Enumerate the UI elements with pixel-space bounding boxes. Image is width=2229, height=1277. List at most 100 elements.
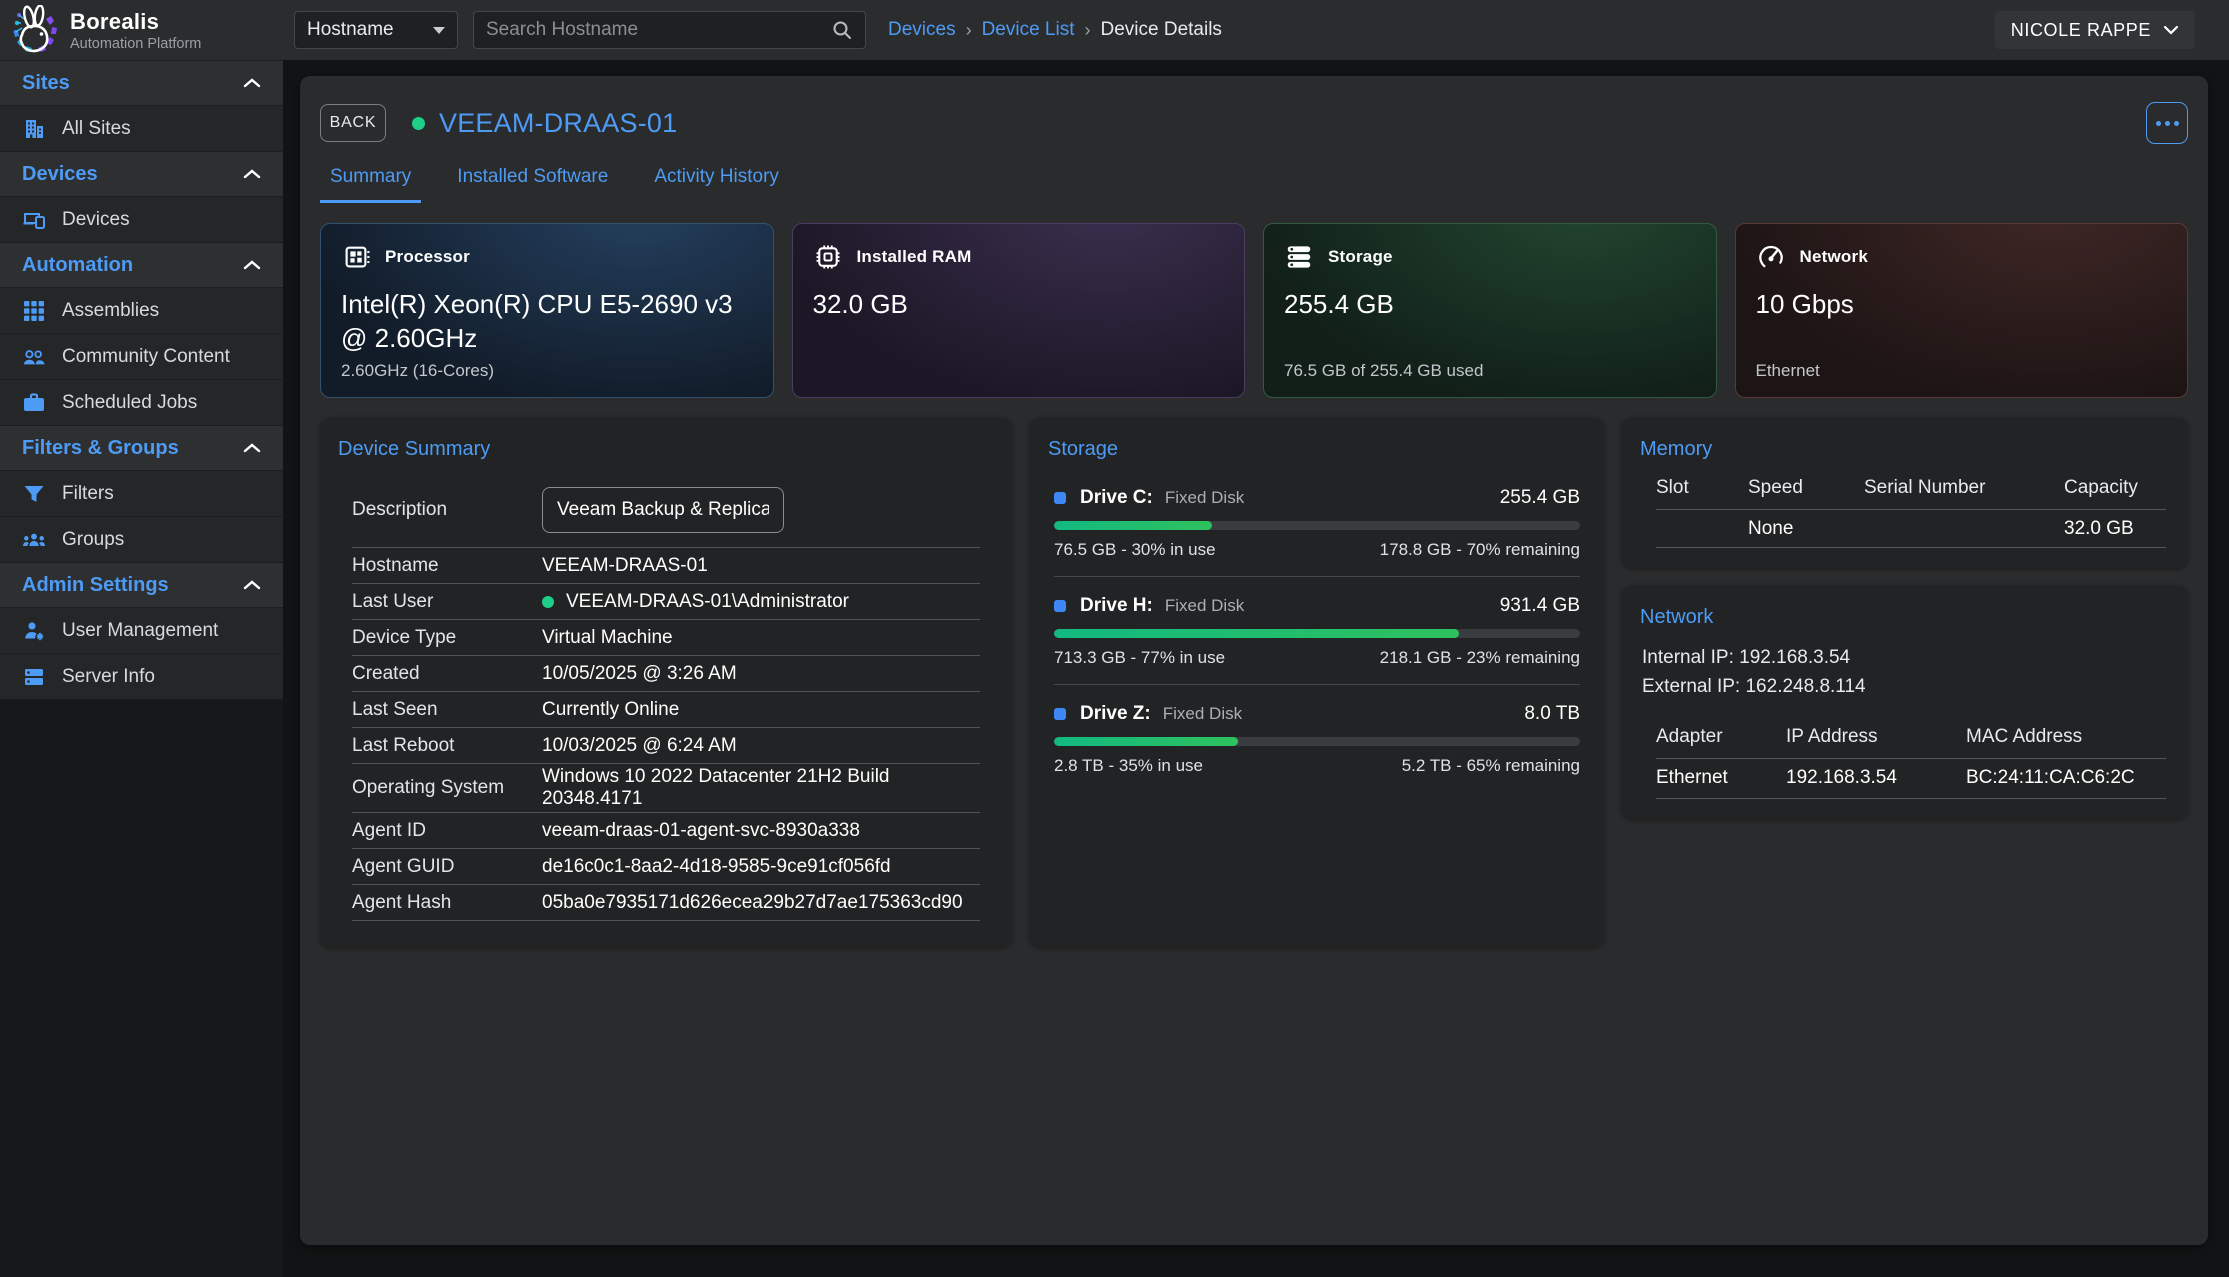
brand-name: Borealis (70, 9, 201, 35)
sidebar-section-filters-groups[interactable]: Filters & Groups (0, 425, 283, 470)
row-label: Device Type (352, 627, 542, 649)
device-summary-table: Description Hostname VEEAM-DRAAS-01 Last… (352, 479, 980, 921)
sidebar-item-label: Assemblies (62, 300, 159, 322)
sidebar-item-all-sites[interactable]: All Sites (0, 105, 283, 151)
col-header-speed: Speed (1748, 477, 1864, 499)
row-value: de16c0c1-8aa2-4d18-9585-9ce91cf056fd (542, 856, 980, 878)
sidebar-section-sites[interactable]: Sites (0, 60, 283, 105)
drive-z: Drive Z: Fixed Disk 8.0 TB 2.8 TB - 35% … (1054, 684, 1580, 778)
hostname-filter-select[interactable]: Hostname (294, 11, 458, 49)
breadcrumb-device-list[interactable]: Device List (982, 19, 1075, 41)
section-label: Automation (22, 254, 133, 277)
more-actions-button[interactable] (2146, 102, 2188, 144)
sidebar-item-server-info[interactable]: Server Info (0, 653, 283, 699)
drive-name: Drive H: (1080, 595, 1153, 617)
network-table-header: Adapter IP Address MAC Address (1656, 726, 2166, 759)
back-button[interactable]: BACK (320, 104, 386, 142)
sidebar-item-assemblies[interactable]: Assemblies (0, 287, 283, 333)
drive-remaining-label: 218.1 GB - 23% remaining (1380, 648, 1580, 668)
drive-type: Fixed Disk (1163, 704, 1242, 724)
row-label: Last User (352, 591, 542, 613)
breadcrumb: Devices › Device List › Device Details (888, 19, 1222, 41)
user-menu-button[interactable]: NICOLE RAPPE (1995, 11, 2195, 49)
card-title: Processor (385, 247, 470, 267)
summary-row-agent-guid: Agent GUID de16c0c1-8aa2-4d18-9585-9ce91… (352, 849, 980, 885)
sidebar-item-community-content[interactable]: Community Content (0, 333, 283, 379)
processor-detail: 2.60GHz (16-Cores) (341, 361, 494, 381)
sidebar-section-admin-settings[interactable]: Admin Settings (0, 562, 283, 607)
summary-row-created: Created 10/05/2025 @ 3:26 AM (352, 656, 980, 692)
row-label: Hostname (352, 555, 542, 577)
network-card: Network 10 Gbps Ethernet (1735, 223, 2189, 398)
tab-installed-software[interactable]: Installed Software (447, 160, 618, 203)
drive-name: Drive Z: (1080, 703, 1151, 725)
chevron-up-icon (243, 442, 261, 454)
drive-used-label: 713.3 GB - 77% in use (1054, 648, 1225, 668)
card-title: Installed RAM (857, 247, 972, 267)
processor-value: Intel(R) Xeon(R) CPU E5-2690 v3 @ 2.60GH… (341, 288, 753, 356)
summary-row-agent-hash: Agent Hash 05ba0e7935171d626ecea29b27d7a… (352, 885, 980, 921)
page-header: BACK VEEAM-DRAAS-01 (320, 102, 2188, 144)
row-value: Virtual Machine (542, 627, 980, 649)
internal-ip: Internal IP: 192.168.3.54 (1642, 643, 2170, 672)
panel-title: Memory (1640, 438, 2170, 461)
drive-usage-fill (1054, 629, 1459, 638)
breadcrumb-separator: › (1085, 20, 1091, 41)
sidebar-section-automation[interactable]: Automation (0, 242, 283, 287)
sidebar-item-filters[interactable]: Filters (0, 470, 283, 516)
sidebar-section-devices[interactable]: Devices (0, 151, 283, 196)
col-header-mac: MAC Address (1966, 726, 2166, 748)
storage-card: Storage 255.4 GB 76.5 GB of 255.4 GB use… (1263, 223, 1717, 398)
storage-panel: Storage Drive C: Fixed Disk 255.4 GB 76.… (1030, 418, 1604, 947)
search-input[interactable] (486, 19, 831, 41)
row-value: veeam-draas-01-agent-svc-8930a338 (542, 820, 980, 842)
row-label: Agent ID (352, 820, 542, 842)
borealis-rabbit-logo-icon (12, 5, 60, 55)
brand-subtitle: Automation Platform (70, 36, 201, 52)
row-label: Agent Hash (352, 892, 542, 914)
ram-chip-icon (813, 242, 843, 272)
summary-row-last-reboot: Last Reboot 10/03/2025 @ 6:24 AM (352, 728, 980, 764)
drive-usage-bar (1054, 737, 1580, 746)
panel-title: Storage (1048, 438, 1586, 461)
sidebar-item-groups[interactable]: Groups (0, 516, 283, 562)
breadcrumb-devices[interactable]: Devices (888, 19, 956, 41)
tab-activity-history[interactable]: Activity History (644, 160, 789, 203)
description-input[interactable] (542, 487, 784, 533)
sidebar-item-user-management[interactable]: User Management (0, 607, 283, 653)
sidebar-item-devices[interactable]: Devices (0, 196, 283, 242)
online-status-dot (542, 596, 554, 608)
caret-down-icon (433, 27, 445, 34)
drive-usage-bar (1054, 629, 1580, 638)
sidebar-item-scheduled-jobs[interactable]: Scheduled Jobs (0, 379, 283, 425)
section-label: Admin Settings (22, 574, 169, 597)
sidebar-empty-area (0, 699, 283, 1277)
row-label: Last Seen (352, 699, 542, 721)
device-tabs: Summary Installed Software Activity Hist… (320, 160, 2188, 203)
tab-summary[interactable]: Summary (320, 160, 421, 203)
summary-row-description: Description (352, 479, 980, 548)
groups-icon (22, 528, 46, 552)
storage-detail: 76.5 GB of 255.4 GB used (1284, 361, 1483, 381)
topbar: Hostname Devices › Device List › Device … (283, 0, 2229, 60)
network-panel: Network Internal IP: 192.168.3.54 Extern… (1622, 586, 2188, 819)
row-value: VEEAM-DRAAS-01 (542, 555, 980, 577)
search-icon (831, 19, 853, 41)
row-label: Agent GUID (352, 856, 542, 878)
memory-capacity: 32.0 GB (2064, 518, 2166, 540)
summary-row-last-user: Last User VEEAM-DRAAS-01\Administrator (352, 584, 980, 620)
adapter-ip: 192.168.3.54 (1786, 767, 1966, 789)
network-detail: Ethernet (1756, 361, 1820, 381)
breadcrumb-current: Device Details (1101, 19, 1222, 41)
devices-icon (22, 208, 46, 232)
server-icon (22, 665, 46, 689)
breadcrumb-separator: › (966, 20, 972, 41)
processor-card: Processor Intel(R) Xeon(R) CPU E5-2690 v… (320, 223, 774, 398)
brand-text: Borealis Automation Platform (70, 9, 201, 52)
section-label: Devices (22, 163, 98, 186)
right-column: Memory Slot Speed Serial Number Capacity… (1622, 418, 2188, 819)
summary-row-device-type: Device Type Virtual Machine (352, 620, 980, 656)
network-row: Ethernet 192.168.3.54 BC:24:11:CA:C6:2C (1656, 759, 2166, 799)
user-gear-icon (22, 619, 46, 643)
chevron-up-icon (243, 579, 261, 591)
